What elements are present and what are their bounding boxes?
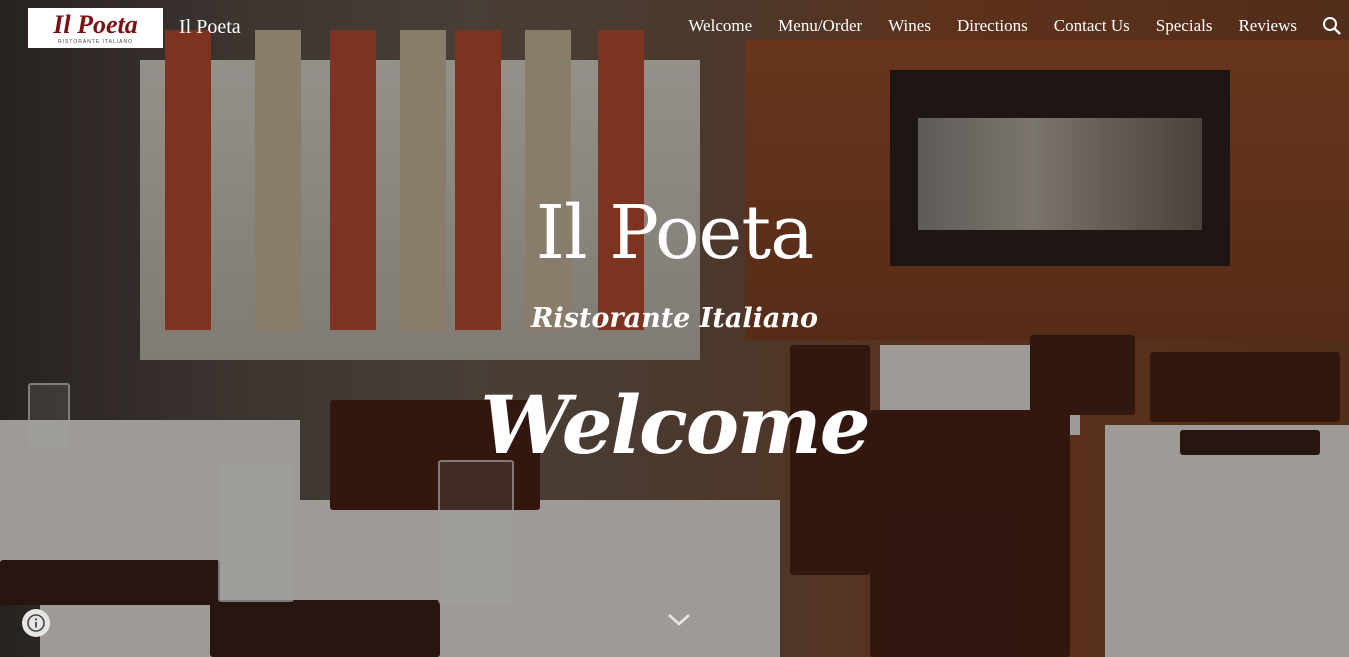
info-icon[interactable] <box>22 609 50 637</box>
nav-wines[interactable]: Wines <box>888 16 931 36</box>
nav-reviews[interactable]: Reviews <box>1238 16 1297 36</box>
nav-specials[interactable]: Specials <box>1156 16 1213 36</box>
nav-menu: Welcome Menu/Order Wines Directions Cont… <box>688 16 1297 36</box>
nav-directions[interactable]: Directions <box>957 16 1028 36</box>
search-icon[interactable] <box>1322 16 1342 36</box>
hero-subtitle: Ristorante Italiano <box>530 303 819 334</box>
logo[interactable]: Il Poeta RISTORANTE ITALIANO <box>28 8 163 48</box>
nav-contact-us[interactable]: Contact Us <box>1054 16 1130 36</box>
top-navigation: Il Poeta RISTORANTE ITALIANO Il Poeta We… <box>0 0 1349 56</box>
site-title[interactable]: Il Poeta <box>179 16 241 39</box>
hero-heading: Welcome <box>480 378 870 472</box>
hero-title: Il Poeta <box>535 190 814 276</box>
logo-subtext: RISTORANTE ITALIANO <box>58 39 133 45</box>
nav-menu-order[interactable]: Menu/Order <box>778 16 862 36</box>
nav-welcome[interactable]: Welcome <box>688 16 752 36</box>
chevron-down-icon[interactable] <box>665 606 693 634</box>
logo-text: Il Poeta <box>53 10 138 39</box>
